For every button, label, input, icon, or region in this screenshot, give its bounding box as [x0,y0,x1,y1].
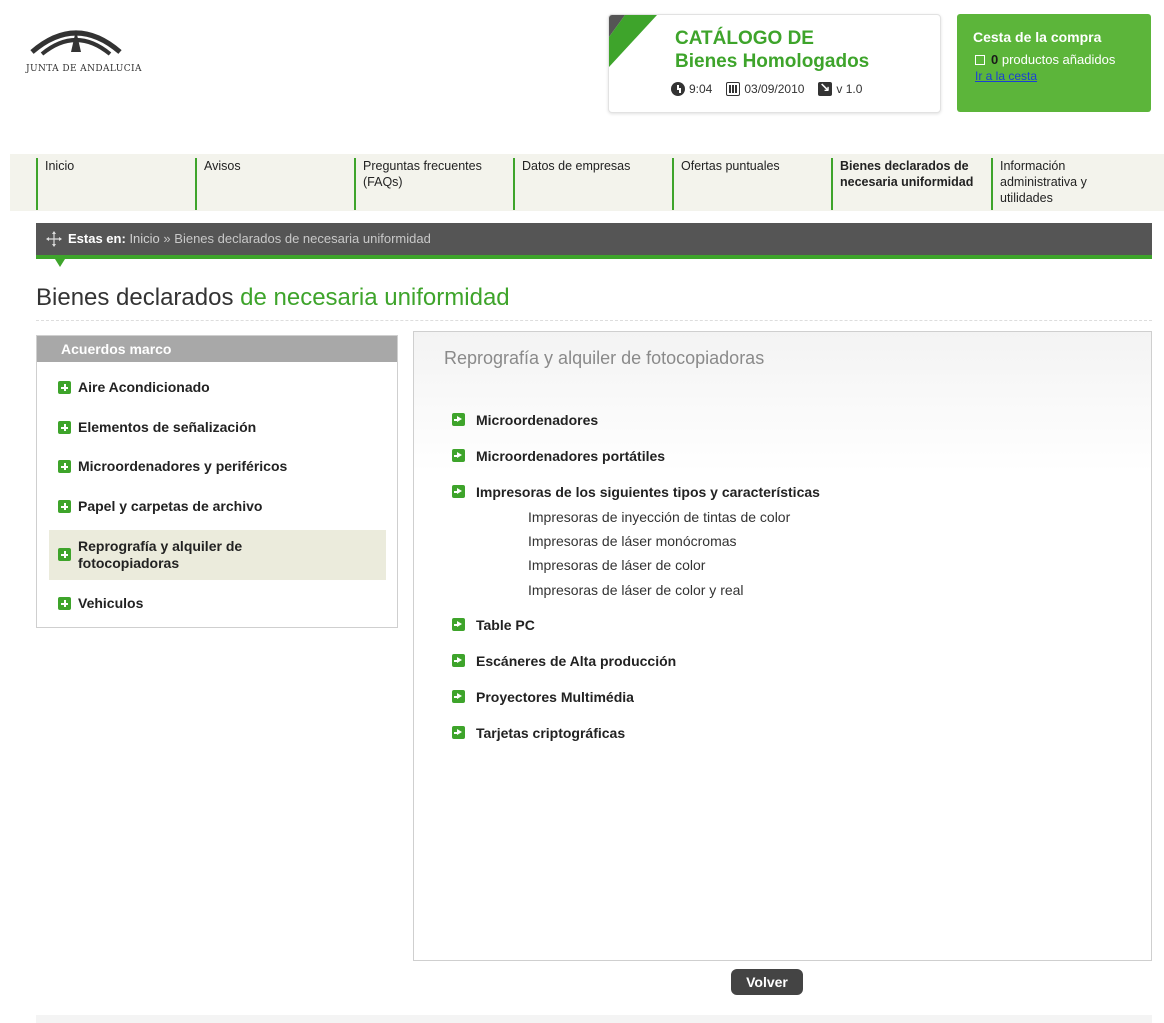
nav-item-inicio[interactable]: Inicio [36,158,186,210]
breadcrumb-underline [36,255,1152,259]
nav-item-avisos[interactable]: Avisos [195,158,345,210]
plus-icon [58,460,71,473]
plus-icon [58,597,71,610]
logo-arches-icon [30,30,122,56]
breadcrumb: Estas en: Inicio » Bienes declarados de … [36,223,1152,255]
shopping-cart-box: Cesta de la compra 0 productos añadidos … [957,14,1151,112]
cart-count-label: productos añadidos [1001,52,1116,67]
catalog-version: v 1.0 [836,82,863,96]
sidebar: Acuerdos marco Aire Acondicionado Elemen… [36,335,398,628]
catalog-item-table-pc[interactable]: Table PC [476,617,535,633]
sidebar-item-papel[interactable]: Papel y carpetas de archivo [49,498,386,515]
arrow-right-icon [452,449,465,462]
plus-icon [58,421,71,434]
logo-text: JUNTA DE ANDALUCIA [26,64,142,74]
catalog-title-line1: CATÁLOGO DE [675,28,814,49]
catalog-item-portatiles[interactable]: Microordenadores portátiles [476,448,665,464]
catalog-item-microordenadores[interactable]: Microordenadores [476,412,598,428]
subitem-laser-monocromas: Impresoras de láser monócromas [528,533,737,549]
content-panel: Reprografía y alquiler de fotocopiadoras… [413,331,1152,961]
sidebar-heading: Acuerdos marco [37,336,397,362]
sidebar-item-label: Reprografía y alquiler de fotocopiadoras [78,538,243,571]
nav-item-informacion[interactable]: Información administrativa y utilidades [991,158,1141,210]
breadcrumb-separator: » [163,231,171,246]
subitem-laser-color-real: Impresoras de láser de color y real [528,582,744,598]
catalog-item-escaneres[interactable]: Escáneres de Alta producción [476,653,676,669]
footer-bar [36,1015,1152,1023]
catalog-info-box: CATÁLOGO DE Bienes Homologados 9:04 03/0… [608,14,941,113]
catalog-title-line2: Bienes Homologados [675,51,870,72]
title-divider [36,320,1152,321]
junta-andalucia-logo[interactable]: JUNTA DE ANDALUCIA [26,18,141,88]
nav-item-faqs[interactable]: Preguntas frecuentes (FAQs) [354,158,506,210]
page-title-part1: Bienes declarados [36,284,234,311]
plus-icon [58,500,71,513]
catalog-time: 9:04 [689,82,713,96]
arrow-right-icon [452,654,465,667]
sidebar-item-aire[interactable]: Aire Acondicionado [49,379,386,396]
breadcrumb-label: Estas en: [68,231,126,246]
page-title-part2: de necesaria uniformidad [240,284,510,311]
catalog-item-proyectores[interactable]: Proyectores Multimédia [476,689,634,705]
version-icon [818,80,833,96]
nav-item-empresas[interactable]: Datos de empresas [513,158,663,210]
breadcrumb-current: Bienes declarados de necesaria uniformid… [174,231,431,246]
go-to-cart-link[interactable]: Ir a la cesta [975,69,1037,83]
back-button[interactable]: Volver [731,969,803,995]
nav-item-bienes[interactable]: Bienes declarados de necesaria uniformid… [831,158,989,210]
sidebar-item-microordenadores[interactable]: Microordenadores y periféricos [49,458,386,475]
catalog-meta: 9:04 03/09/2010 v 1.0 [671,80,863,96]
move-arrows-icon [46,231,62,247]
catalog-title: CATÁLOGO DE Bienes Homologados [675,27,869,73]
cart-count: 0 [991,52,999,67]
breadcrumb-home-link[interactable]: Inicio [129,231,159,246]
breadcrumb-pointer-icon [55,259,65,267]
copy-icon [975,55,985,65]
page-title: Bienes declarados de necesaria uniformid… [36,284,510,312]
calendar-icon [726,82,741,96]
sidebar-item-vehiculos[interactable]: Vehiculos [49,595,386,612]
sidebar-item-reprografia[interactable]: Reprografía y alquiler de fotocopiadoras [49,530,386,580]
sidebar-item-label: Papel y carpetas de archivo [78,498,263,514]
arrow-right-icon [452,726,465,739]
corner-stripe-icon [609,15,657,67]
plus-icon [58,381,71,394]
sidebar-item-label: Vehiculos [78,595,144,611]
sidebar-item-senalizacion[interactable]: Elementos de señalización [49,419,386,436]
cart-count-line: 0 productos añadidos [975,52,1115,67]
sidebar-item-label: Elementos de señalización [78,419,257,435]
panel-title: Reprografía y alquiler de fotocopiadoras [444,348,765,368]
subitem-inyeccion: Impresoras de inyección de tintas de col… [528,509,791,525]
catalog-date: 03/09/2010 [744,82,805,96]
sidebar-item-label: Aire Acondicionado [78,379,210,395]
catalog-item-tarjetas[interactable]: Tarjetas criptográficas [476,725,625,741]
sidebar-item-label: Microordenadores y periféricos [78,458,288,474]
arrow-right-icon [452,690,465,703]
cart-title: Cesta de la compra [973,29,1102,45]
nav-item-ofertas[interactable]: Ofertas puntuales [672,158,822,210]
arrow-right-icon [452,413,465,426]
plus-icon [58,548,71,561]
arrow-right-icon [452,618,465,631]
clock-icon [671,82,685,96]
catalog-item-impresoras[interactable]: Impresoras de los siguientes tipos y car… [476,484,820,500]
arrow-right-icon [452,485,465,498]
subitem-laser-color: Impresoras de láser de color [528,557,706,573]
